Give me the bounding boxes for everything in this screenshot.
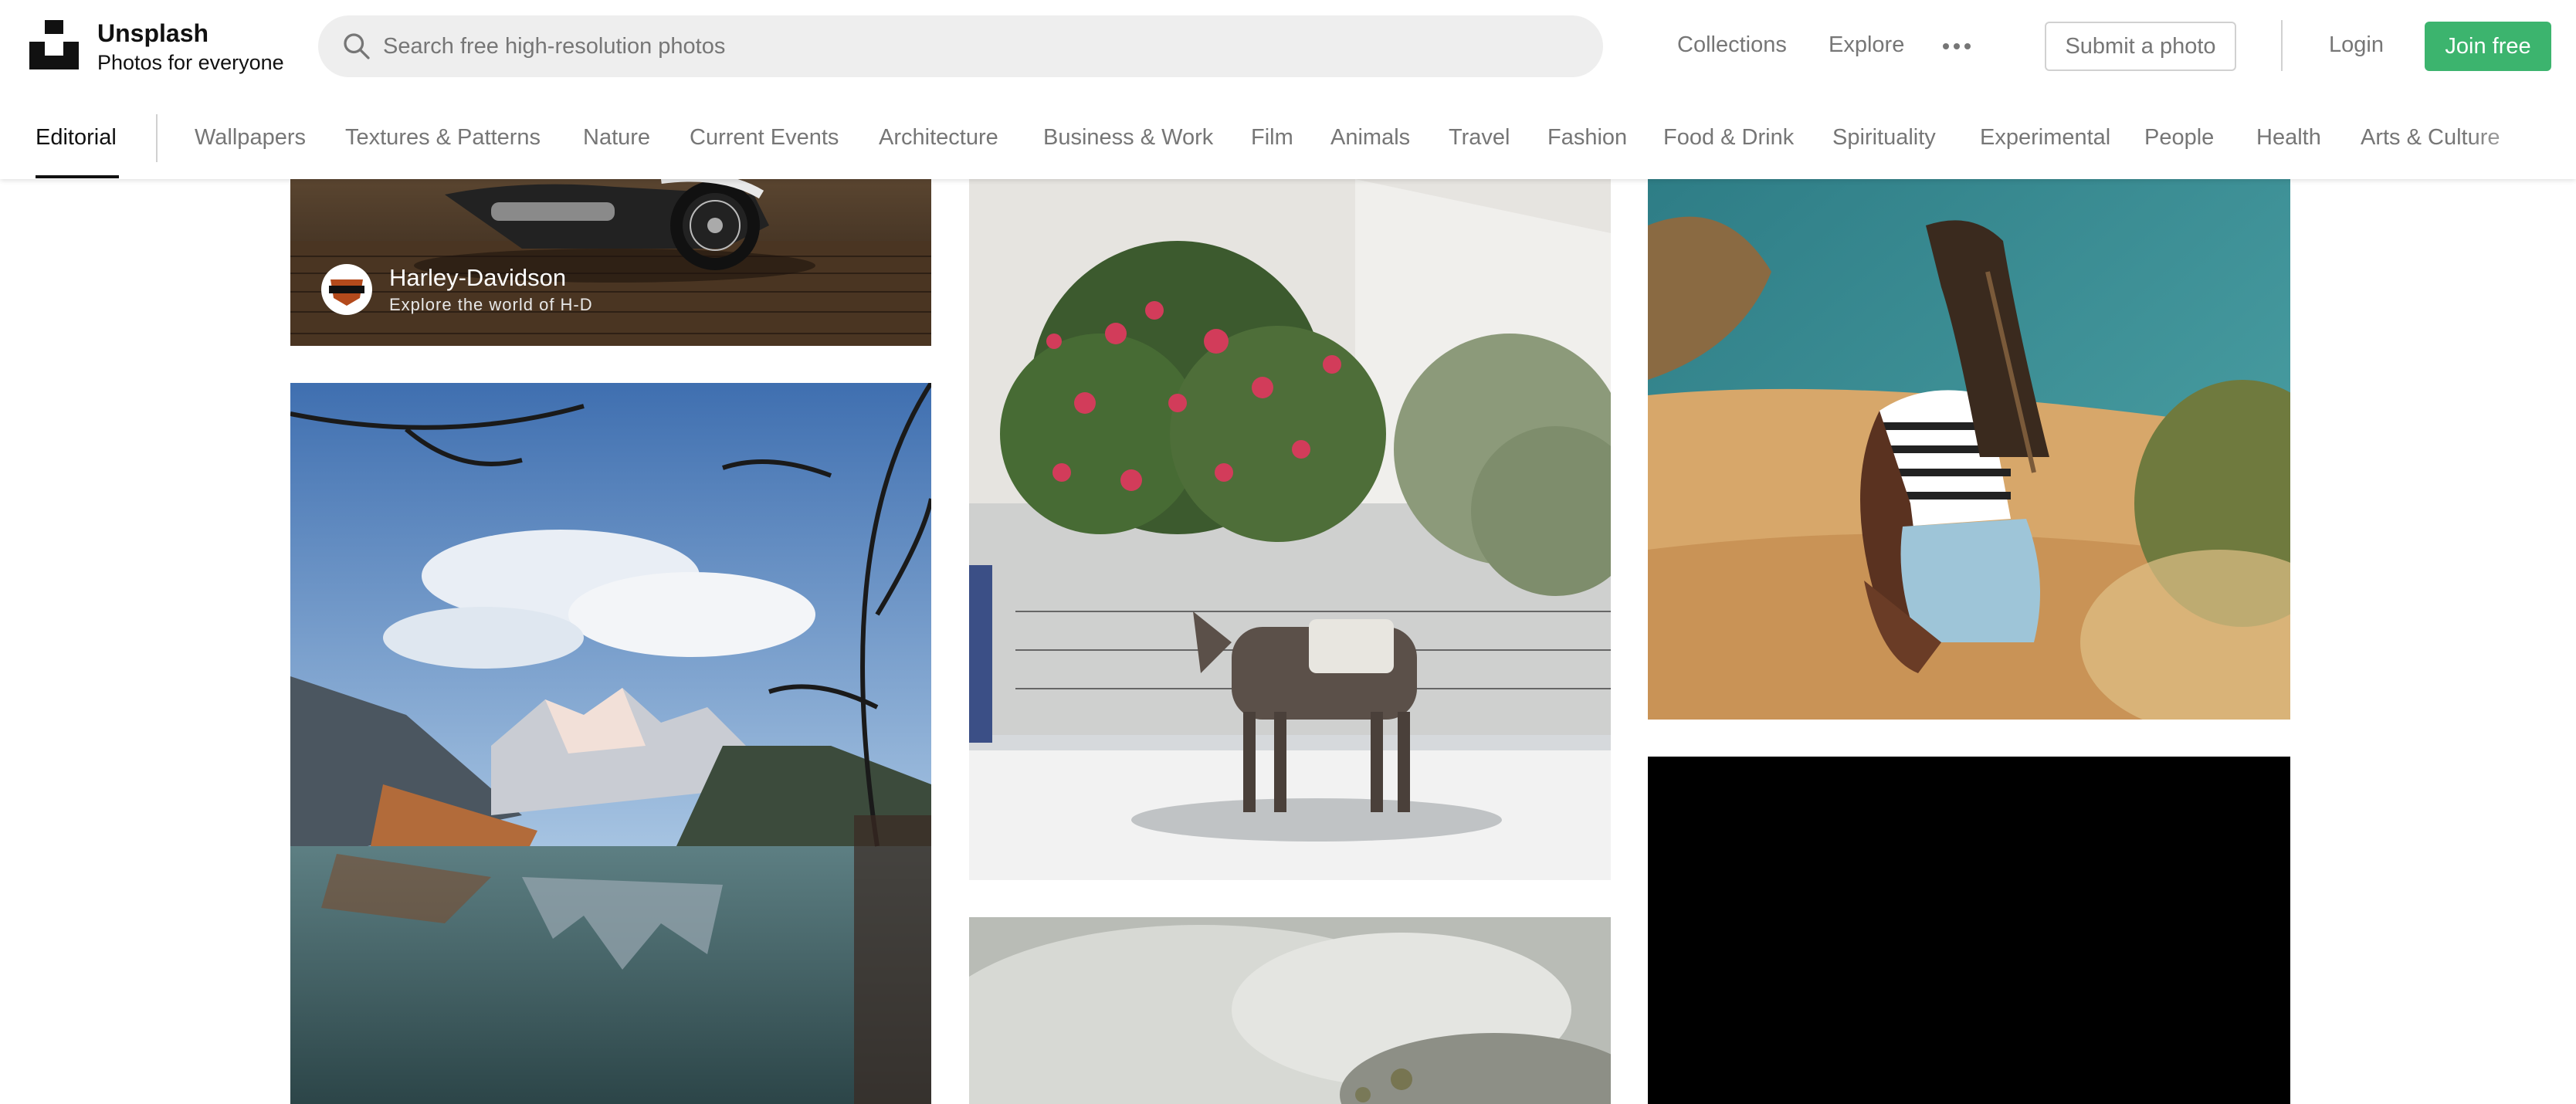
nav-explore[interactable]: Explore [1829,29,1904,60]
submit-photo-button[interactable]: Submit a photo [2045,22,2236,71]
topic-nav: Editorial Wallpapers Textures & Patterns… [0,100,2576,179]
unsplash-logo[interactable] [29,20,79,69]
brand[interactable]: Unsplash Photos for everyone [97,19,284,76]
topic-food-drink[interactable]: Food & Drink [1663,122,1794,153]
active-topic-underline [36,175,119,178]
nav-collections[interactable]: Collections [1677,29,1787,60]
topic-health[interactable]: Health [2256,122,2321,153]
topic-film[interactable]: Film [1251,122,1293,153]
topic-editorial[interactable]: Editorial [36,122,117,153]
photo-black-placeholder[interactable] [1648,757,2290,1104]
topic-experimental[interactable]: Experimental [1980,122,2110,153]
woman-by-sea-photo [1648,179,2290,720]
sponsor-tagline: Explore the world of H-D [389,295,593,314]
topic-wallpapers[interactable]: Wallpapers [195,122,306,153]
brand-tagline: Photos for everyone [97,51,284,74]
search-input[interactable] [383,15,1541,77]
photo-donkey-bougainvillea[interactable] [969,179,1611,880]
sponsor-avatar[interactable] [321,264,372,315]
topic-business-work[interactable]: Business & Work [1043,122,1213,153]
topic-nature[interactable]: Nature [583,122,650,153]
search-icon[interactable] [341,31,372,62]
topic-scroll-fade [2468,100,2576,179]
topic-travel[interactable]: Travel [1449,122,1510,153]
topic-fashion[interactable]: Fashion [1547,122,1627,153]
photo-blurred-flower[interactable] [969,917,1611,1104]
topic-textures-patterns[interactable]: Textures & Patterns [345,122,541,153]
topic-current-events[interactable]: Current Events [690,122,839,153]
sponsor-name: Harley-Davidson [389,264,567,291]
sponsor-badge[interactable]: Harley-Davidson Explore the world of H-D [321,264,630,318]
topic-architecture[interactable]: Architecture [879,122,998,153]
search-bar[interactable] [318,15,1603,77]
brand-name: Unsplash [97,19,209,47]
join-free-button[interactable]: Join free [2425,22,2551,71]
motorcycle-photo [290,179,931,346]
blurred-flower-photo [969,917,1611,1104]
photo-harley-davidson-sponsored[interactable]: Harley-Davidson Explore the world of H-D [290,179,931,346]
photo-woman-by-sea[interactable] [1648,179,2290,720]
harley-davidson-logo [323,266,371,313]
topic-people[interactable]: People [2144,122,2214,153]
more-icon[interactable] [1938,32,1975,60]
photo-mountain-lake[interactable] [290,383,931,1104]
login-link[interactable]: Login [2329,29,2384,60]
top-header: Unsplash Photos for everyone Collections… [0,0,2576,179]
mountain-lake-photo [290,383,931,1104]
donkey-photo [969,179,1611,880]
topic-divider [156,114,158,162]
topic-animals[interactable]: Animals [1330,122,1410,153]
header-divider [2281,20,2283,71]
topic-spirituality[interactable]: Spirituality [1832,122,1936,153]
